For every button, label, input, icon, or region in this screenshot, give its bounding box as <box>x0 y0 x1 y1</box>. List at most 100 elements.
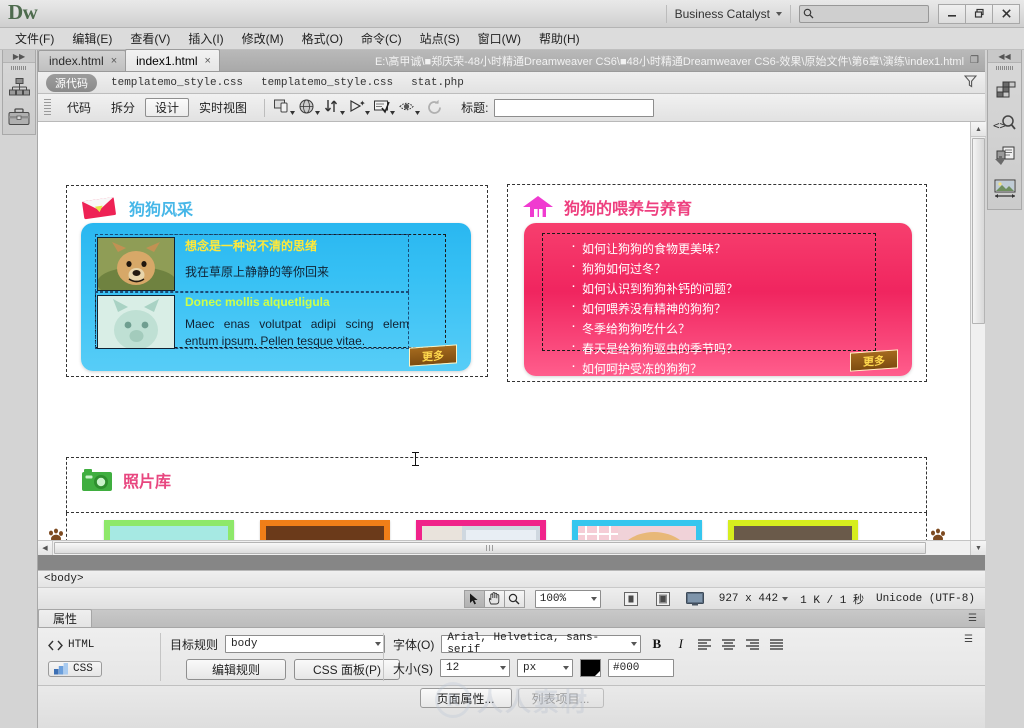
close-button[interactable] <box>992 3 1020 24</box>
faq-panel-region[interactable]: 狗狗的喂养与养育 如何让狗狗的食物更美味？ 狗狗如何过冬？ 如何认识到狗狗补钙的… <box>507 184 927 382</box>
font-size-select[interactable]: 12 <box>440 659 510 677</box>
design-view-button[interactable]: 设计 <box>145 98 190 117</box>
restore-down-icon[interactable]: ❐ <box>970 55 979 66</box>
text-color-input[interactable]: #000 <box>608 659 674 677</box>
expand-panels-button[interactable]: ▶▶ <box>3 50 35 63</box>
check-browser-compat-button[interactable] <box>397 98 422 118</box>
page-properties-button[interactable]: 页面属性... <box>419 688 512 708</box>
faq-more-button[interactable]: 更多 <box>850 349 898 372</box>
close-icon[interactable]: × <box>111 55 117 67</box>
tablet-size-button[interactable] <box>651 590 675 608</box>
refresh-design-view-button[interactable] <box>422 98 447 118</box>
validate-markup-button[interactable] <box>372 98 397 118</box>
hand-tool-button[interactable] <box>483 589 505 608</box>
doc-tab-index[interactable]: index.html × <box>38 50 127 71</box>
sidebar-item-assets[interactable] <box>3 102 35 132</box>
vscroll-thumb[interactable] <box>972 138 985 324</box>
bold-button[interactable]: B <box>648 635 665 653</box>
toolbar-grip[interactable] <box>44 98 51 117</box>
text-color-swatch[interactable] <box>580 659 601 677</box>
news-panel-region[interactable]: 狗狗风采 想念是一种说不清的思绪 我在草原上静静的等你回来 Donec moll… <box>66 185 488 377</box>
document-title-input[interactable] <box>494 98 655 117</box>
file-management-button[interactable] <box>322 98 347 118</box>
scroll-down-arrow[interactable]: ▼ <box>971 540 986 555</box>
right-panel-grip[interactable] <box>988 63 1021 73</box>
faq-item[interactable]: 狗狗如何过冬？ <box>569 257 875 277</box>
panel-grip[interactable] <box>3 63 35 72</box>
close-icon[interactable]: × <box>205 55 211 67</box>
faq-item[interactable]: 春天是给狗狗驱虫的季节吗？ <box>569 337 875 357</box>
news-item-2-title[interactable]: Donec mollis alquetligula <box>185 295 409 309</box>
news-more-button[interactable]: 更多 <box>409 344 457 367</box>
tab-properties[interactable]: 属性 <box>38 609 93 627</box>
split-view-button[interactable]: 拆分 <box>101 98 145 117</box>
panel-item-image-size[interactable] <box>988 172 1021 205</box>
align-justify-button[interactable] <box>768 635 785 653</box>
scroll-up-arrow[interactable]: ▲ <box>971 122 986 137</box>
menu-help[interactable]: 帮助(H) <box>530 28 589 49</box>
minimize-button[interactable] <box>938 3 966 24</box>
property-inspector-menu[interactable]: ☰ <box>956 630 981 648</box>
zoom-level-select[interactable]: 100% <box>534 589 601 608</box>
align-center-button[interactable] <box>720 635 737 653</box>
gallery-header-region[interactable]: 照片库 <box>66 457 927 513</box>
menu-format[interactable]: 格式(O) <box>293 28 352 49</box>
select-tool-button[interactable] <box>463 589 485 608</box>
visual-aids-button[interactable]: ✦ <box>347 98 372 118</box>
html-mode-row[interactable]: HTML <box>48 634 102 656</box>
italic-button[interactable]: I <box>672 635 689 653</box>
canvas-horizontal-scrollbar[interactable]: ◀ <box>38 540 970 555</box>
doc-tab-index1[interactable]: index1.html × <box>125 49 220 71</box>
collapse-panels-button[interactable]: ◀◀ <box>988 50 1021 63</box>
edit-rule-button[interactable]: 编辑规则 <box>186 659 286 680</box>
code-view-button[interactable]: 代码 <box>57 98 101 117</box>
related-file-2[interactable]: stat.php <box>411 77 464 89</box>
related-file-1[interactable]: templatemo_style.css <box>261 77 393 89</box>
menu-insert[interactable]: 插入(I) <box>179 28 232 49</box>
menu-edit[interactable]: 编辑(E) <box>63 28 121 49</box>
faq-item[interactable]: 冬季给狗狗吃什么？ <box>569 317 875 337</box>
workspace-switcher[interactable]: Business Catalyst <box>675 7 782 21</box>
align-left-button[interactable] <box>696 635 713 653</box>
menu-view[interactable]: 查看(V) <box>121 28 179 49</box>
sidebar-item-files[interactable] <box>3 72 35 102</box>
document-dimensions[interactable]: 927 x 442 <box>719 593 789 605</box>
panel-item-css-styles[interactable] <box>988 73 1021 106</box>
size-unit-select[interactable]: px <box>517 659 573 677</box>
faq-list-region[interactable]: 如何让狗狗的食物更美味？ 狗狗如何过冬？ 如何认识到狗狗补钙的问题？ 如何喂养没… <box>542 233 876 376</box>
target-rule-select[interactable]: body <box>225 635 386 653</box>
design-canvas[interactable]: 狗狗风采 想念是一种说不清的思绪 我在草原上静静的等你回来 Donec moll… <box>38 122 970 555</box>
faq-item[interactable]: 如何让狗狗的食物更美味？ <box>569 237 875 257</box>
css-mode-button[interactable]: CSS <box>48 661 102 677</box>
font-family-select[interactable]: Arial, Helvetica, sans-serif <box>441 632 642 656</box>
panel-item-insert[interactable] <box>988 139 1021 172</box>
help-search-input[interactable] <box>799 4 929 23</box>
faq-item[interactable]: 如何喂养没有精神的狗狗？ <box>569 297 875 317</box>
phone-size-button[interactable] <box>619 590 643 608</box>
css-mode-row[interactable]: CSS <box>48 658 102 680</box>
live-view-button[interactable]: 实时视图 <box>189 98 257 117</box>
hscroll-thumb[interactable] <box>54 542 926 554</box>
menu-modify[interactable]: 修改(M) <box>233 28 293 49</box>
menu-commands[interactable]: 命令(C) <box>352 28 411 49</box>
faq-item[interactable]: 如何认识到狗狗补钙的问题？ <box>569 277 875 297</box>
related-file-0[interactable]: templatemo_style.css <box>111 77 243 89</box>
panel-item-code-navigator[interactable]: <> <box>988 106 1021 139</box>
html-mode-button[interactable]: HTML <box>48 639 94 651</box>
property-panel-menu-button[interactable]: ☰ <box>960 609 985 627</box>
menu-site[interactable]: 站点(S) <box>411 28 469 49</box>
restore-button[interactable] <box>965 3 993 24</box>
preview-in-browser-button[interactable] <box>297 98 322 118</box>
css-panel-button[interactable]: CSS 面板(P) <box>294 659 400 680</box>
filter-related-files-button[interactable] <box>963 75 978 92</box>
desktop-size-button[interactable] <box>683 590 707 608</box>
news-thumb-2[interactable] <box>97 295 175 349</box>
news-item-1-title[interactable]: 想念是一种说不清的思绪 <box>185 237 405 254</box>
canvas-vertical-scrollbar[interactable]: ▲ ▼ <box>970 122 986 555</box>
tag-selector-body[interactable]: <body> <box>44 573 84 585</box>
menu-window[interactable]: 窗口(W) <box>469 28 530 49</box>
align-right-button[interactable] <box>744 635 761 653</box>
multiscreen-preview-button[interactable] <box>272 98 297 118</box>
scroll-left-arrow[interactable]: ◀ <box>38 541 53 555</box>
news-thumb-1[interactable] <box>97 237 175 291</box>
